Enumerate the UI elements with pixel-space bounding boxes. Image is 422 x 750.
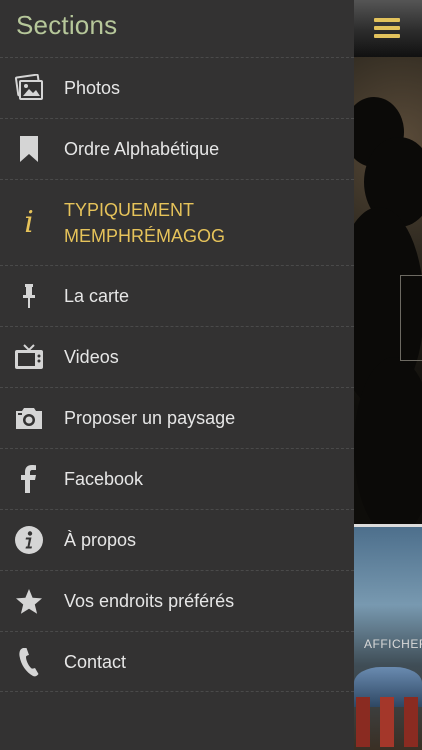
facebook-icon [14,464,44,494]
pin-icon [14,281,44,311]
menu-label: Proposer un paysage [64,408,236,428]
sections-menu: Photos Ordre Alphabétique i TYPIQUEMENT … [0,57,354,692]
menu-item-typiquement-memphremagog[interactable]: i TYPIQUEMENT MEMPHRÉMAGOG [0,179,354,265]
menu-item-contact[interactable]: Contact [0,631,354,692]
menu-label: Vos endroits préférés [64,591,235,611]
bookmark-icon [14,134,44,164]
menu-item-favorites[interactable]: Vos endroits préférés [0,570,354,631]
menu-label: Videos [64,347,119,367]
menu-item-map[interactable]: La carte [0,265,354,326]
photos-icon [14,73,44,103]
menu-item-videos[interactable]: Videos [0,326,354,387]
featured-photo[interactable] [354,57,422,537]
star-icon [14,586,44,616]
phone-icon [14,647,44,677]
side-drawer: Sections Photos Ordre Alphabétique i TYP… [0,0,354,750]
menu-label: Photos [64,78,121,98]
hamburger-menu-icon[interactable] [374,18,400,40]
main-content-peek: AFFICHER [354,0,422,750]
menu-label: TYPIQUEMENT MEMPHRÉMAGOG [64,199,226,246]
menu-item-alphabetical[interactable]: Ordre Alphabétique [0,118,354,179]
afficher-button[interactable]: AFFICHER [364,637,422,651]
menu-label: La carte [64,286,130,306]
menu-label: Ordre Alphabétique [64,139,220,159]
menu-label: Facebook [64,469,144,489]
menu-item-propose-landscape[interactable]: Proposer un paysage [0,387,354,448]
drawer-title: Sections [16,10,118,40]
menu-label: Contact [64,651,127,672]
photo-frame [400,275,422,361]
menu-item-photos[interactable]: Photos [0,57,354,118]
menu-item-about[interactable]: À propos [0,509,354,570]
camera-icon [14,403,44,433]
info-circle-icon [14,525,44,555]
menu-item-facebook[interactable]: Facebook [0,448,354,509]
menu-label: À propos [64,530,137,550]
top-bar [354,0,422,57]
tv-icon [14,342,44,372]
info-italic-icon: i [24,204,34,240]
